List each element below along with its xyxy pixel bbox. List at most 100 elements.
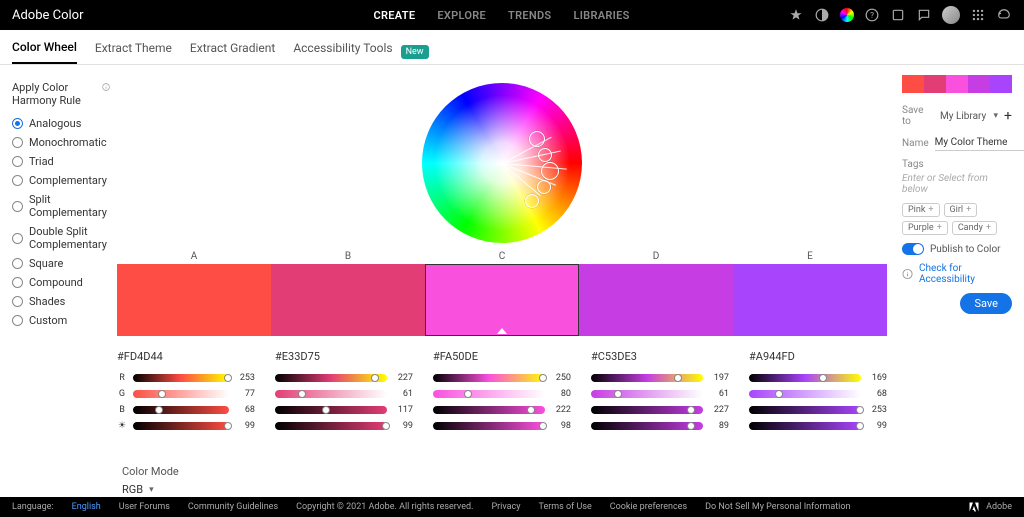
nav-create[interactable]: CREATE — [374, 9, 416, 22]
tab-extract-theme[interactable]: Extract Theme — [95, 41, 172, 63]
avatar[interactable] — [942, 6, 960, 24]
radio-icon — [12, 118, 23, 129]
tab-accessibility[interactable]: Accessibility Tools — [293, 41, 392, 63]
star-icon[interactable] — [788, 7, 804, 23]
nav-trends[interactable]: TRENDS — [508, 9, 551, 22]
color-mode-select[interactable]: RGB ▾ — [122, 483, 154, 496]
check-accessibility-link[interactable]: Check for Accessibility — [919, 263, 1012, 285]
slider-brightness[interactable] — [133, 422, 229, 430]
harmony-item-label: Monochromatic — [29, 136, 107, 149]
slider-r[interactable] — [433, 374, 545, 382]
harmony-shades[interactable]: Shades — [12, 295, 110, 308]
slider-g[interactable] — [591, 390, 703, 398]
hex-value[interactable]: #C53DE3 — [591, 350, 729, 363]
top-nav: Adobe Color CREATE EXPLORE TRENDS LIBRAR… — [0, 0, 1024, 30]
apps-icon[interactable] — [970, 7, 986, 23]
harmony-item-label: Split Complementary — [29, 193, 110, 219]
hex-value[interactable]: #A944FD — [749, 350, 887, 363]
harmony-custom[interactable]: Custom — [12, 314, 110, 327]
wheel-node-d[interactable] — [537, 180, 551, 194]
footer-copyright: Copyright © 2021 Adobe. All rights reser… — [296, 502, 473, 512]
radio-icon — [12, 258, 23, 269]
swatch-b[interactable] — [271, 264, 425, 336]
wheel-node-a[interactable] — [529, 131, 545, 147]
nav-explore[interactable]: EXPLORE — [437, 9, 486, 22]
color-wheel[interactable] — [422, 83, 582, 243]
publish-toggle[interactable] — [902, 243, 924, 255]
slider-g[interactable] — [433, 390, 545, 398]
harmony-split-complementary[interactable]: Split Complementary — [12, 193, 110, 219]
preview-swatch[interactable] — [924, 75, 946, 93]
slider-r[interactable] — [133, 374, 229, 382]
slider-brightness[interactable] — [433, 422, 545, 430]
footer-terms[interactable]: Terms of Use — [539, 502, 592, 512]
hex-value[interactable]: #FD4D44 — [117, 350, 255, 363]
slider-b[interactable] — [749, 406, 861, 414]
slider-brightness[interactable] — [749, 422, 861, 430]
slider-r[interactable] — [275, 374, 387, 382]
learn-icon[interactable] — [890, 7, 906, 23]
slider-g[interactable] — [749, 390, 861, 398]
hex-value[interactable]: #FA50DE — [433, 350, 571, 363]
info-icon[interactable] — [102, 81, 110, 93]
harmony-analogous[interactable]: Analogous — [12, 117, 110, 130]
tag-suggestions: Pink Girl Purple Candy — [902, 203, 1012, 235]
preview-swatch[interactable] — [902, 75, 924, 93]
slider-b[interactable] — [591, 406, 703, 414]
footer-privacy[interactable]: Privacy — [491, 502, 520, 512]
slider-g[interactable] — [275, 390, 387, 398]
tag-chip-purple[interactable]: Purple — [902, 221, 948, 235]
slider-r[interactable] — [749, 374, 861, 382]
slider-brightness[interactable] — [591, 422, 703, 430]
swatch-c[interactable] — [425, 264, 579, 336]
harmony-double-split-complementary[interactable]: Double Split Complementary — [12, 225, 110, 251]
help-icon[interactable]: ? — [864, 7, 880, 23]
theme-name-input[interactable] — [935, 135, 1024, 151]
tag-chip-pink[interactable]: Pink — [902, 203, 940, 217]
hex-value[interactable]: #E33D75 — [275, 350, 413, 363]
chat-icon[interactable] — [916, 7, 932, 23]
harmony-triad[interactable]: Triad — [12, 155, 110, 168]
swatch-a[interactable] — [117, 264, 271, 336]
harmony-square[interactable]: Square — [12, 257, 110, 270]
footer-forums[interactable]: User Forums — [119, 502, 170, 512]
tag-chip-candy[interactable]: Candy — [952, 221, 997, 235]
brand-logo[interactable]: Adobe Color — [12, 8, 84, 23]
preview-swatch[interactable] — [990, 75, 1012, 93]
harmony-complementary[interactable]: Complementary — [12, 174, 110, 187]
add-library-icon[interactable]: + — [1004, 108, 1012, 124]
footer-donotsell[interactable]: Do Not Sell My Personal Information — [705, 502, 850, 512]
right-panel: Save to My Library ▾ + Name Tags Enter o… — [894, 65, 1024, 497]
slider-g[interactable] — [133, 390, 229, 398]
tab-extract-gradient[interactable]: Extract Gradient — [190, 41, 275, 63]
tags-input[interactable]: Enter or Select from below — [902, 173, 1012, 195]
harmony-monochromatic[interactable]: Monochromatic — [12, 136, 110, 149]
swatch-e[interactable] — [733, 264, 887, 336]
slider-brightness[interactable] — [275, 422, 387, 430]
color-wheel-icon[interactable] — [840, 8, 854, 22]
footer-guidelines[interactable]: Community Guidelines — [188, 502, 278, 512]
slider-r[interactable] — [591, 374, 703, 382]
harmony-compound[interactable]: Compound — [12, 276, 110, 289]
wheel-node-c[interactable] — [541, 162, 559, 180]
footer-cookies[interactable]: Cookie preferences — [610, 502, 687, 512]
wheel-node-e[interactable] — [525, 194, 539, 208]
library-select[interactable]: My Library — [940, 111, 988, 122]
preview-swatch[interactable] — [968, 75, 990, 93]
tag-chip-girl[interactable]: Girl — [944, 203, 978, 217]
save-button[interactable]: Save — [960, 293, 1012, 314]
nav-libraries[interactable]: LIBRARIES — [573, 9, 629, 22]
wheel-node-b[interactable] — [538, 148, 552, 162]
slider-b[interactable] — [433, 406, 545, 414]
contrast-icon[interactable] — [814, 7, 830, 23]
radio-icon — [12, 277, 23, 288]
swatch-d[interactable] — [579, 264, 733, 336]
tab-color-wheel[interactable]: Color Wheel — [12, 40, 77, 64]
preview-swatch[interactable] — [946, 75, 968, 93]
lang-select[interactable]: English — [72, 502, 101, 512]
chevron-down-icon: ▾ — [149, 485, 154, 495]
cc-icon[interactable] — [996, 7, 1012, 23]
channel-value: 68 — [867, 389, 887, 399]
slider-b[interactable] — [275, 406, 387, 414]
slider-b[interactable] — [133, 406, 229, 414]
